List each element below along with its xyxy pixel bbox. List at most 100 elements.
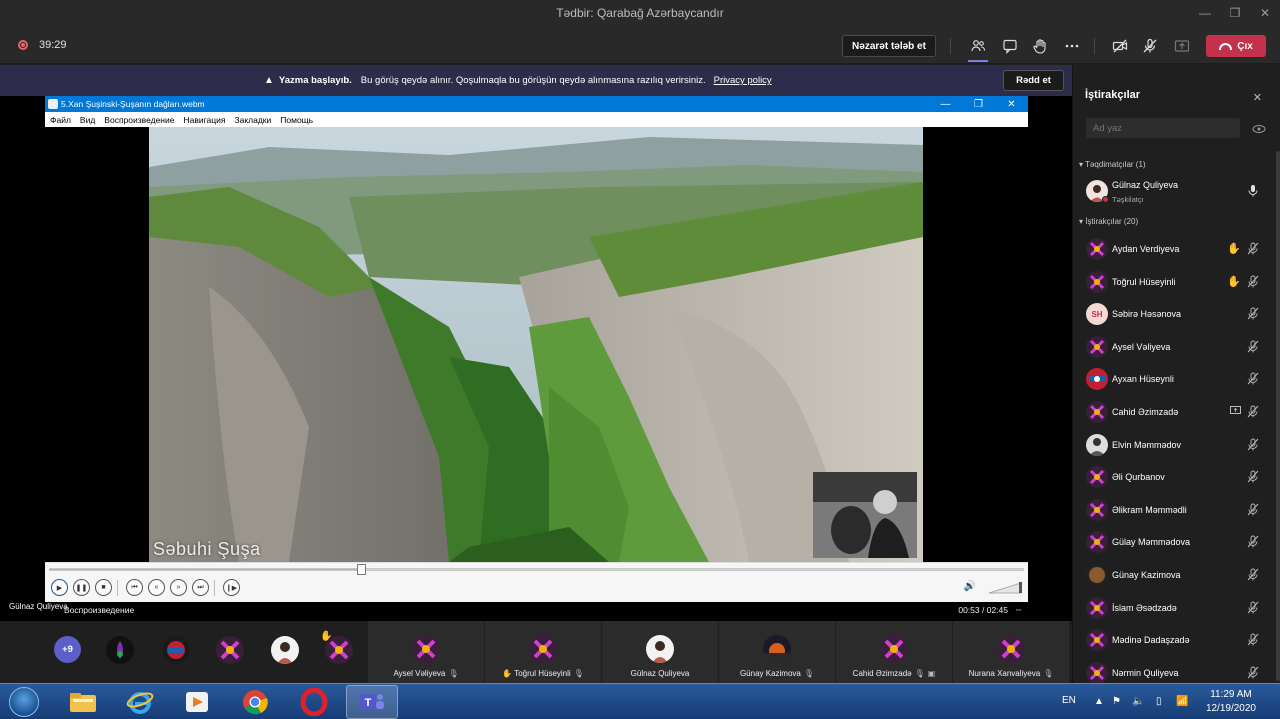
video-frame[interactable]: Səbuhi Şuşa: [149, 127, 923, 562]
attendees-section-header[interactable]: ▾ İştirakçılar (20): [1079, 217, 1138, 226]
participant-row[interactable]: Əlikram Məmmədli: [1073, 494, 1271, 526]
explorer-taskbar-icon[interactable]: [57, 685, 109, 719]
participant-tile[interactable]: Aysel Vəliyeva 🎙: [368, 621, 484, 683]
stop-button[interactable]: ■: [95, 579, 112, 596]
tray-expand-icon[interactable]: ▲: [1094, 696, 1104, 707]
volume-slider[interactable]: [988, 580, 1024, 594]
participant-avatar[interactable]: [106, 636, 134, 664]
mic-muted-icon: 🎙: [448, 669, 459, 678]
player-minimize-icon[interactable]: —: [929, 96, 962, 112]
mic-muted-icon: [1247, 601, 1259, 614]
participant-row[interactable]: Günay Kazimova: [1073, 559, 1271, 591]
overflow-count-button[interactable]: +9: [54, 636, 81, 663]
participant-avatar[interactable]: [271, 636, 299, 664]
raised-hand-icon: ✋: [1227, 243, 1241, 255]
previous-button[interactable]: ⏮: [126, 579, 143, 596]
more-icon[interactable]: [1062, 36, 1082, 56]
participant-avatar: [1086, 433, 1108, 456]
participant-avatar: [1086, 368, 1108, 391]
start-button[interactable]: [4, 685, 44, 719]
camera-off-icon[interactable]: [1110, 36, 1130, 56]
volume-icon[interactable]: 🔊: [964, 581, 976, 592]
fullscreen-icon[interactable]: ⇔: [1014, 604, 1023, 614]
participant-avatar[interactable]: [216, 636, 244, 664]
close-panel-icon[interactable]: ✕: [1253, 91, 1262, 104]
participant-row[interactable]: Əli Qurbanov: [1073, 461, 1271, 493]
participant-row[interactable]: Mədinə Dadaşzadə: [1073, 624, 1271, 656]
privacy-policy-link[interactable]: Privacy policy: [714, 75, 772, 86]
participant-tile[interactable]: ✋ Toğrul Hüseyinli 🎙: [485, 621, 601, 683]
menu-view[interactable]: Вид: [80, 115, 95, 125]
volume-tray-icon[interactable]: 🔈: [1132, 696, 1144, 707]
participant-name: Elvin Məmmədov: [1112, 439, 1182, 450]
frame-step-button[interactable]: ❙▶: [223, 579, 240, 596]
seek-bar[interactable]: [49, 564, 1024, 575]
menu-navigation[interactable]: Навигация: [183, 115, 225, 125]
share-tray-icon[interactable]: [1172, 36, 1192, 56]
teams-meeting-window: Tədbir: Qarabağ Azərbaycandır — ❐ ✕ 39:2…: [0, 0, 1280, 719]
participant-search-input[interactable]: [1086, 118, 1240, 138]
raised-hand-icon: ✋: [502, 669, 515, 678]
participant-avatar: [997, 635, 1025, 663]
input-language[interactable]: EN: [1062, 695, 1076, 706]
player-maximize-icon[interactable]: ❐: [962, 96, 995, 112]
forward-button[interactable]: »: [170, 579, 187, 596]
player-title-bar: 5.Xan Şuşinski-Şuşanın dağları.webm — ❐ …: [45, 96, 1028, 112]
dismiss-button[interactable]: Rədd et: [1003, 70, 1064, 91]
participant-row[interactable]: Elvin Məmmədov: [1073, 429, 1271, 461]
take-control-button[interactable]: Nəzarət tələb et: [842, 35, 936, 57]
participant-avatar: [763, 635, 791, 663]
participant-tile[interactable]: Cahid Əzimzadə 🎙 ▣: [836, 621, 952, 683]
menu-playback[interactable]: Воспроизведение: [104, 115, 174, 125]
participant-tile[interactable]: Günay Kazimova 🎙: [719, 621, 835, 683]
signal-icon[interactable]: 📶: [1176, 696, 1188, 707]
participant-row[interactable]: SH Səbirə Həsənova: [1073, 298, 1271, 330]
opera-taskbar-icon[interactable]: [288, 685, 340, 719]
menu-help[interactable]: Помощь: [280, 115, 313, 125]
participant-row[interactable]: İslam Əsədzadə: [1073, 592, 1271, 624]
participant-tile[interactable]: Gülnaz Quliyeva: [602, 621, 718, 683]
media-player-taskbar-icon[interactable]: [171, 685, 223, 719]
chrome-taskbar-icon[interactable]: [229, 685, 281, 719]
pause-button[interactable]: ❚❚: [73, 579, 90, 596]
mic-muted-icon: [1247, 633, 1259, 646]
player-close-icon[interactable]: ✕: [995, 96, 1028, 112]
network-alert-icon[interactable]: ⚑: [1112, 696, 1121, 707]
participants-icon[interactable]: [968, 36, 988, 56]
participant-name: Günay Kazimova: [1112, 570, 1181, 580]
maximize-icon[interactable]: ❐: [1220, 0, 1250, 26]
internet-explorer-taskbar-icon[interactable]: [114, 685, 166, 719]
seek-thumb[interactable]: [357, 564, 367, 575]
minimize-icon[interactable]: —: [1190, 0, 1220, 26]
close-window-icon[interactable]: ✕: [1250, 0, 1280, 26]
mic-off-icon[interactable]: [1140, 36, 1160, 56]
participant-name: Toğrul Hüseyinli: [514, 669, 571, 678]
participant-row[interactable]: Aysel Vəliyeva: [1073, 331, 1271, 363]
participant-row[interactable]: Toğrul Hüseyinli ✋: [1073, 266, 1271, 298]
teams-taskbar-icon[interactable]: T: [346, 685, 398, 719]
participant-avatar: [1086, 466, 1108, 489]
menu-bookmarks[interactable]: Закладки: [234, 115, 271, 125]
eye-icon[interactable]: [1252, 124, 1266, 134]
raise-hand-icon[interactable]: [1030, 36, 1050, 56]
participant-name: Mədinə Dadaşzadə: [1112, 635, 1190, 646]
battery-icon[interactable]: ▯: [1156, 696, 1162, 707]
participant-name: Əli Qurbanov: [1112, 472, 1165, 483]
chat-icon[interactable]: [1000, 36, 1020, 56]
participant-tile[interactable]: Nurana Xanvaliyeva 🎙: [953, 621, 1069, 683]
participant-row[interactable]: Cahid Əzimzadə: [1073, 396, 1271, 428]
participant-row[interactable]: Gülnaz Quliyeva Təşkilatçı: [1073, 175, 1271, 207]
play-button[interactable]: ▶: [51, 579, 68, 596]
participant-row[interactable]: Aydan Verdiyeva ✋: [1073, 233, 1271, 265]
participant-row[interactable]: Ayxan Hüseynli: [1073, 363, 1271, 395]
panel-scrollbar[interactable]: [1276, 151, 1280, 681]
participant-row[interactable]: Gülay Məmmədova: [1073, 526, 1271, 558]
rewind-button[interactable]: «: [148, 579, 165, 596]
presenters-section-header[interactable]: ▾ Təqdimatçılar (1): [1079, 160, 1146, 169]
participant-name: Aysel Vəliyeva: [393, 669, 446, 678]
leave-button[interactable]: Çıx: [1206, 35, 1266, 57]
menu-file[interactable]: Файл: [50, 115, 71, 125]
participant-avatar[interactable]: [162, 636, 190, 664]
system-clock[interactable]: 11:29 AM 12/19/2020: [1206, 688, 1256, 716]
next-button[interactable]: ⏭: [192, 579, 209, 596]
